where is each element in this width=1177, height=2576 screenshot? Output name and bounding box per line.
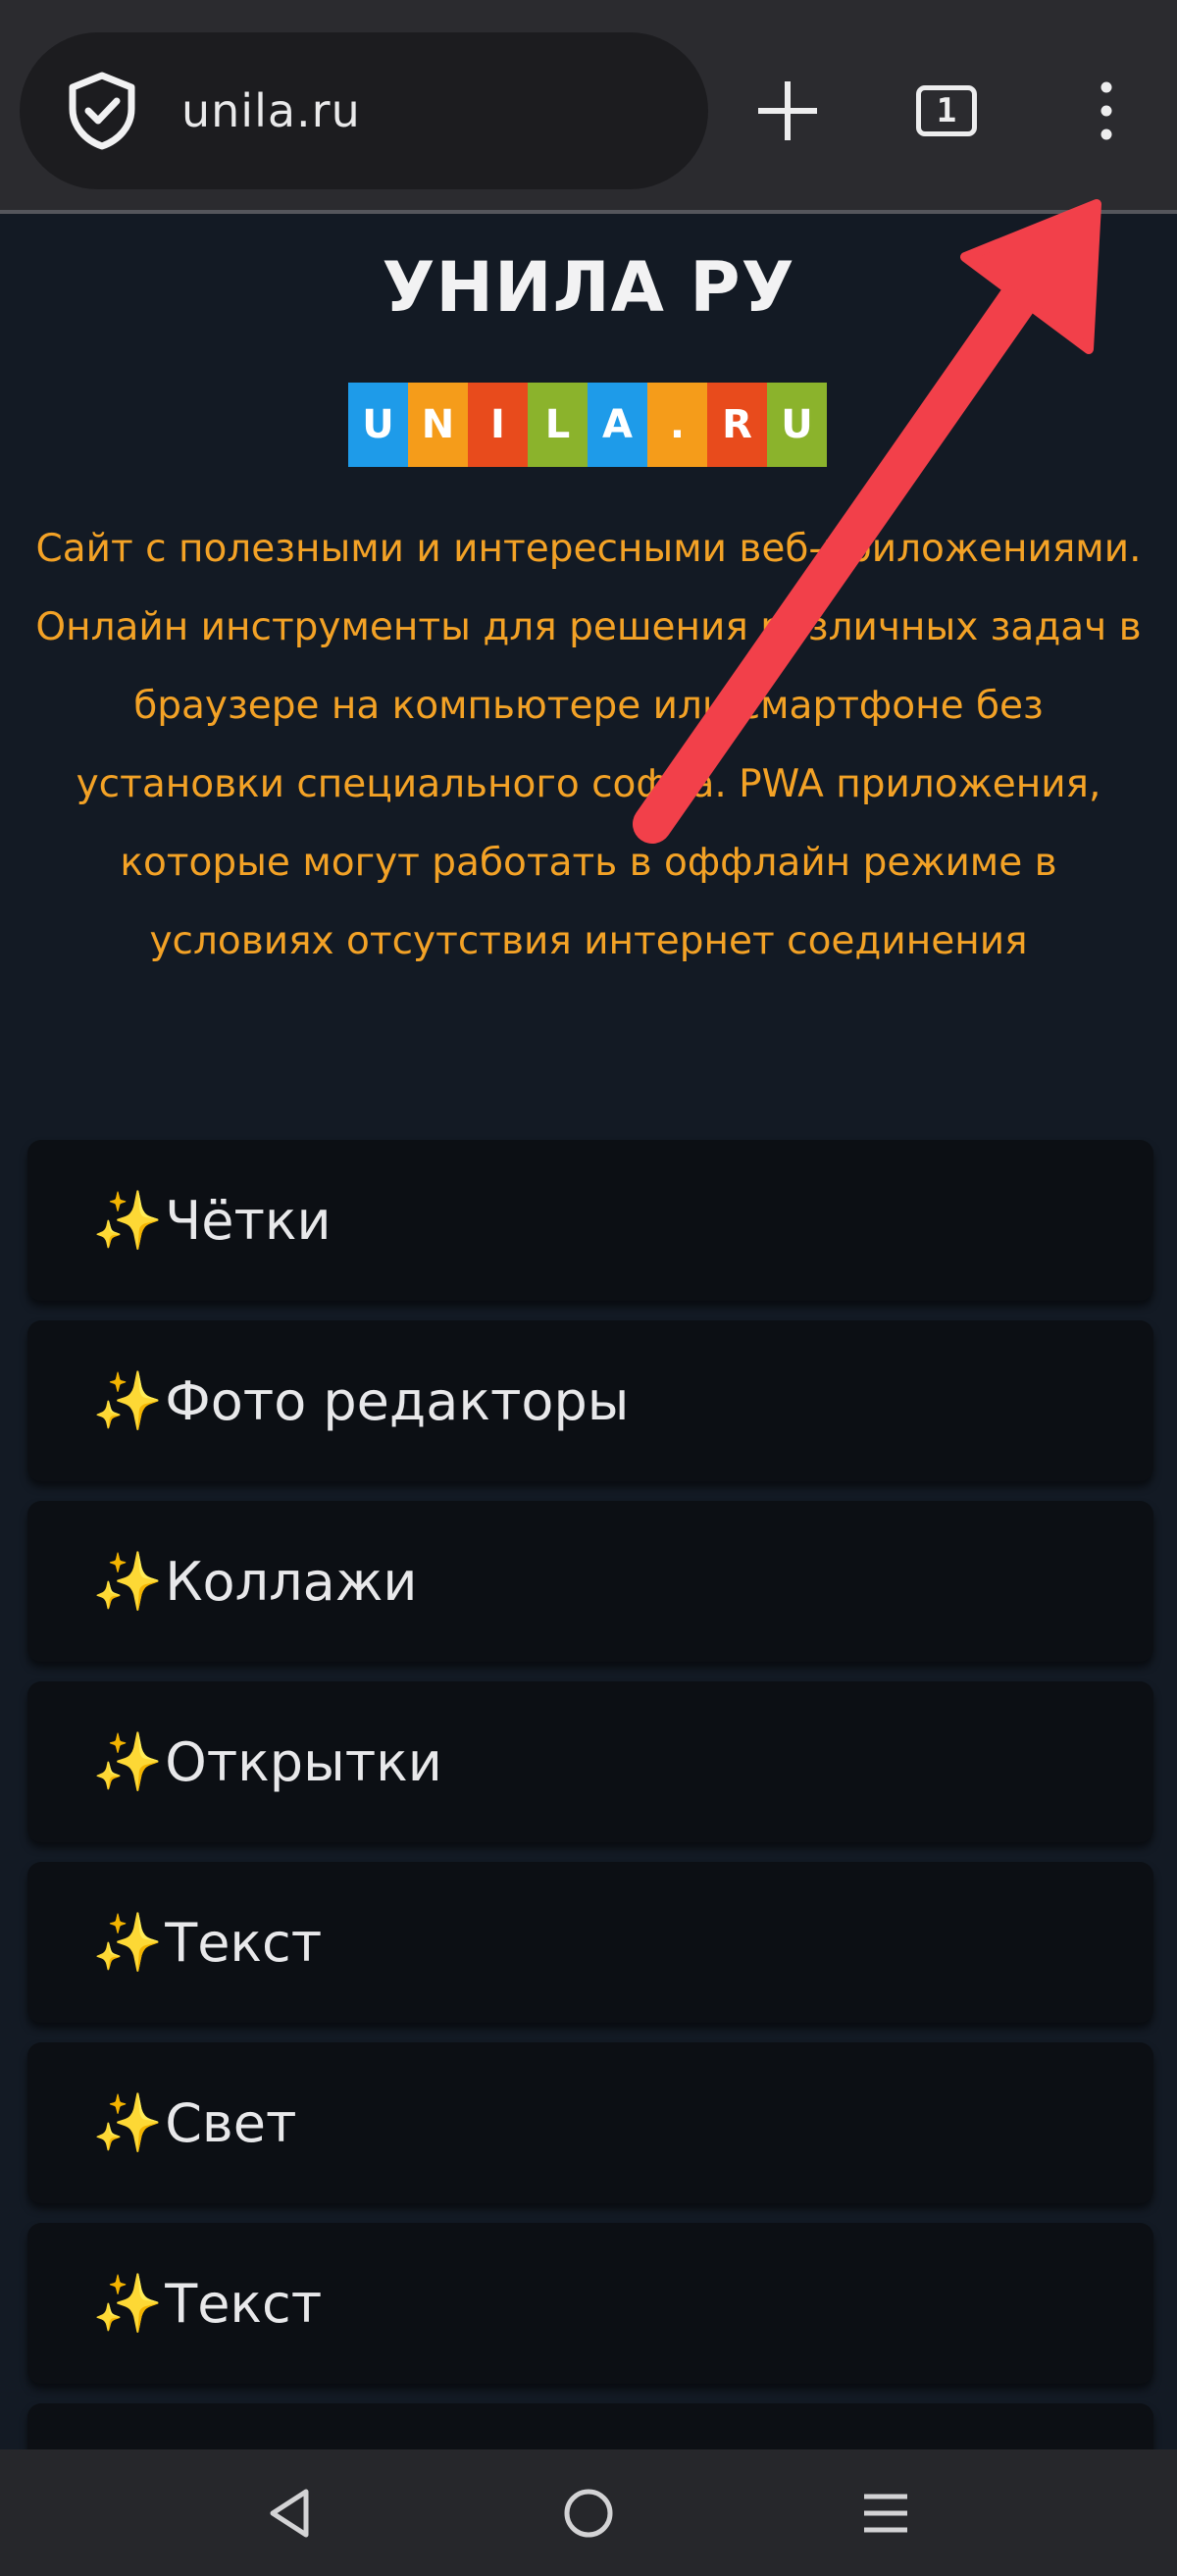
list-item[interactable]: ✨ Открытки — [27, 1681, 1153, 1842]
logo-letter: A — [588, 383, 647, 467]
logo-letter: U — [767, 383, 827, 467]
sparkles-icon: ✨ — [92, 1728, 164, 1795]
address-bar[interactable]: unila.ru — [20, 32, 708, 189]
list-item-label: Текст — [165, 1911, 323, 1974]
plus-icon — [758, 81, 817, 140]
browser-toolbar: unila.ru 1 — [0, 0, 1177, 214]
sparkles-icon: ✨ — [92, 2089, 164, 2156]
list-item-label: Открытки — [165, 1730, 442, 1793]
sparkles-icon: ✨ — [92, 1548, 164, 1615]
home-circle-icon — [564, 2489, 613, 2538]
site-logo[interactable]: U N I L A . R U — [348, 383, 827, 467]
more-vertical-icon — [1100, 81, 1112, 140]
logo-letter: N — [408, 383, 468, 467]
shield-check-icon[interactable] — [63, 70, 141, 152]
category-list: ✨ Чётки ✨ Фото редакторы ✨ Коллажи ✨ Отк… — [27, 1140, 1153, 2576]
logo-letter: L — [528, 383, 588, 467]
new-tab-button[interactable] — [719, 32, 856, 189]
list-item-label: Свет — [165, 2091, 297, 2154]
sparkles-icon: ✨ — [92, 1909, 164, 1976]
logo-letter: U — [348, 383, 408, 467]
logo-letter: . — [647, 383, 707, 467]
logo-letter: R — [707, 383, 767, 467]
tab-switcher-button[interactable]: 1 — [878, 32, 1015, 189]
sparkles-icon: ✨ — [92, 1187, 164, 1254]
sparkles-icon: ✨ — [92, 1367, 164, 1434]
list-item[interactable]: ✨ Коллажи — [27, 1501, 1153, 1662]
list-item[interactable]: ✨ Текст — [27, 2223, 1153, 2384]
tab-count: 1 — [916, 85, 977, 136]
nav-back-button[interactable] — [230, 2471, 348, 2555]
browser-menu-button[interactable] — [1038, 32, 1175, 189]
nav-recents-button[interactable] — [827, 2471, 945, 2555]
sparkles-icon: ✨ — [92, 2270, 164, 2337]
list-item[interactable]: ✨ Текст — [27, 1862, 1153, 2023]
logo-letter: I — [468, 383, 528, 467]
list-item-label: Фото редакторы — [165, 1369, 630, 1432]
list-item[interactable]: ✨ Свет — [27, 2042, 1153, 2203]
list-item-label: Коллажи — [165, 1550, 418, 1613]
list-item-label: Текст — [165, 2272, 323, 2335]
url-text[interactable]: unila.ru — [181, 32, 361, 189]
recents-menu-icon — [864, 2494, 907, 2533]
list-item[interactable]: ✨ Фото редакторы — [27, 1320, 1153, 1481]
nav-home-button[interactable] — [530, 2471, 647, 2555]
site-description: Сайт с полезными и интересными веб-прило… — [35, 527, 1142, 963]
list-item-label: Чётки — [165, 1189, 332, 1252]
list-item[interactable]: ✨ Чётки — [27, 1140, 1153, 1301]
page-title: УНИЛА РУ — [382, 247, 795, 328]
system-nav-bar — [0, 2449, 1177, 2576]
back-triangle-icon — [270, 2489, 309, 2538]
